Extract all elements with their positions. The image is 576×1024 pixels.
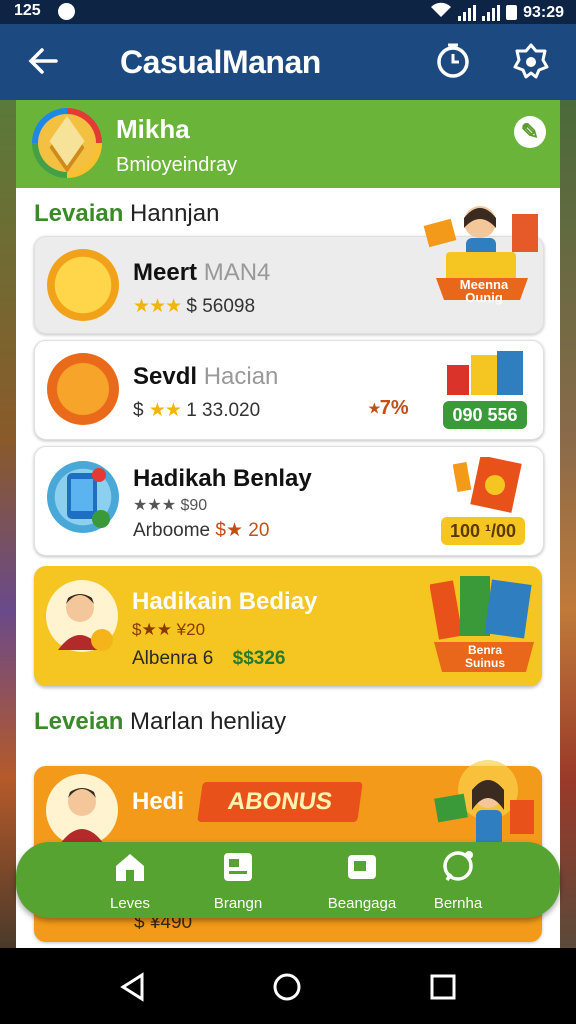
nav-item-brangn[interactable]: Brangn — [188, 850, 288, 912]
signal-icon — [458, 4, 477, 21]
card-2-title: Sevdl Hacian — [133, 363, 278, 391]
man-avatar-icon — [46, 580, 118, 652]
girl-bonus-illustration: Meenna Ounig — [416, 192, 546, 322]
card-2-value-line: $ ★★ 1 33.020 — [133, 399, 260, 422]
card-3-line2-prefix: Arboome — [133, 520, 216, 541]
gift-box-illustration — [452, 455, 523, 513]
nav-label-brangn: Brangn — [213, 895, 263, 912]
status-bar: 125 93:29 — [0, 0, 576, 24]
section-title-2-accent: Leveian — [34, 708, 124, 735]
bottom-nav: Leves Brangn Beangaga Bernha — [16, 842, 560, 918]
chat-icon — [443, 851, 473, 881]
section-title-2: Leveian Marlan henliay — [34, 708, 286, 736]
man-avatar-icon-2 — [46, 774, 118, 846]
nav-label-beangaga: Beangaga — [327, 895, 397, 912]
card-1-value-line: ★★★ $ 56098 — [133, 295, 255, 318]
pencil-icon[interactable]: ✎ — [514, 116, 546, 148]
background-right-strip — [560, 100, 576, 948]
card-4-title: Hadikain Bediay — [132, 588, 318, 615]
card-2-percent: ⭑7% — [369, 397, 409, 419]
home-icon — [116, 854, 144, 881]
card-3-title: Hadikah Benlay — [133, 465, 312, 492]
card-icon — [348, 855, 376, 879]
card-4-line1: $★★ ¥20 — [132, 620, 206, 639]
card-4-line2-label: Albenra 6 — [132, 648, 214, 669]
background-left-strip — [0, 100, 16, 948]
section-title-1: Levaian Hannjan — [34, 200, 219, 228]
card-4-line2-value: $$326 — [232, 648, 286, 669]
profile-header[interactable]: Mikha Bmioyeindray ✎ — [16, 100, 560, 188]
card-3-pill[interactable]: 100 ¹/00 — [441, 517, 525, 545]
back-triangle-icon[interactable] — [118, 972, 148, 1007]
app-bar: CasualManan — [0, 24, 576, 100]
section-title-1-rest: Hannjan — [123, 200, 220, 227]
coin-icon — [47, 353, 119, 425]
home-circle-icon[interactable] — [272, 972, 302, 1007]
status-time-right: 93:29 — [523, 3, 564, 21]
recents-square-icon[interactable] — [428, 972, 458, 1007]
phone-icon — [47, 461, 119, 533]
card-4-line2: Albenra 6 $$326 — [132, 648, 285, 670]
card-2-value: 1 33.020 — [180, 400, 261, 421]
arrow-left-icon[interactable] — [26, 44, 60, 84]
status-icons: 93:29 — [430, 2, 564, 23]
nav-label-bernha: Bernha — [433, 895, 483, 912]
profile-name: Mikha — [116, 114, 190, 144]
card-1-value: $ 56098 — [181, 296, 256, 317]
status-time-left: 125 — [14, 2, 41, 19]
chest-icon — [47, 249, 119, 321]
card-3-line1: ★★★ $90 — [133, 497, 208, 514]
signal-icon-2 — [482, 4, 501, 21]
gift-cards-illustration: Benra Suinus — [429, 572, 538, 678]
card-2-title-main: Sevdl — [133, 363, 198, 390]
card-1-title: Meert MAN4 — [133, 259, 270, 287]
card-2-stars: ★★ — [148, 400, 182, 421]
nav-label-leves: Leves — [109, 895, 151, 912]
settings-icon[interactable] — [512, 42, 550, 80]
profile-avatar — [32, 108, 102, 178]
system-nav-bar — [0, 948, 576, 1024]
card-2-value-prefix: $ — [133, 400, 149, 421]
reward-card-3[interactable]: Hadikah Benlay ★★★ $90 Arboome $★ 20 100… — [34, 446, 544, 556]
wifi-icon — [430, 2, 452, 23]
timer-icon[interactable] — [434, 42, 472, 80]
battery-icon — [506, 5, 518, 20]
card-3-line2: Arboome $★ 20 — [133, 519, 269, 542]
cards-illustration — [445, 351, 525, 397]
board-icon — [224, 853, 252, 881]
main-panel: Mikha Bmioyeindray ✎ Levaian Hannjan Mee… — [16, 100, 560, 948]
card-4-badge-text: Benra Suinus — [464, 643, 505, 670]
section-title-1-accent: Levaian — [34, 200, 124, 227]
nav-item-beangaga[interactable]: Beangaga — [312, 850, 412, 912]
card-5-title: Hedi — [132, 788, 185, 815]
card-1-title-main: Meert — [133, 259, 198, 286]
reward-card-4[interactable]: Hadikain Bediay $★★ ¥20 Albenra 6 $$326 … — [34, 566, 542, 686]
reward-card-2[interactable]: Sevdl Hacian $ ★★ 1 33.020 ⭑7% 090 556 — [34, 340, 544, 440]
bonus-ribbon: ABONUS — [197, 782, 363, 822]
card-1-badge-text: Meenna Ounig — [459, 277, 509, 305]
nav-item-leves[interactable]: Leves — [80, 850, 180, 912]
card-1-title-light: MAN4 — [197, 259, 271, 286]
card-2-pill[interactable]: 090 556 — [443, 401, 527, 429]
card-1-stars: ★★★ — [133, 296, 182, 317]
notification-icon — [58, 3, 75, 20]
app-title: CasualManan — [120, 44, 321, 80]
nav-item-bernha[interactable]: Bernha — [408, 850, 508, 912]
section-title-2-rest: Marlan henliay — [123, 708, 287, 735]
card-2-title-light: Hacian — [197, 363, 279, 390]
card-3-line2-value: $★ 20 — [215, 520, 270, 541]
profile-subtitle: Bmioyeindray — [116, 154, 238, 176]
